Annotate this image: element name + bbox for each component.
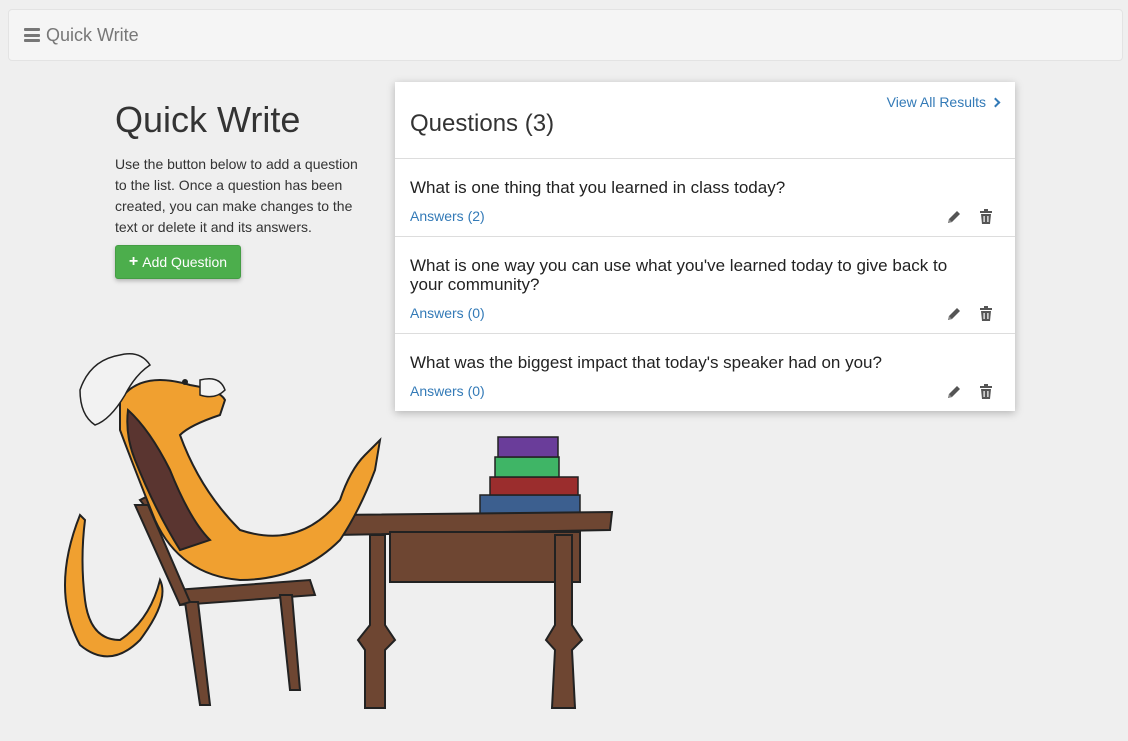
pencil-icon[interactable] (945, 383, 963, 401)
trash-icon[interactable] (977, 383, 995, 401)
panel-header: Questions (3) View All Results (395, 82, 1015, 159)
view-all-label: View All Results (886, 94, 986, 110)
pencil-icon[interactable] (945, 305, 963, 323)
trash-icon[interactable] (977, 208, 995, 226)
chevron-right-icon (990, 97, 1001, 107)
intro-section: Quick Write Use the button below to add … (115, 100, 365, 238)
pencil-icon[interactable] (945, 208, 963, 226)
question-text: What is one thing that you learned in cl… (410, 178, 786, 197)
page-title: Quick Write (115, 99, 301, 140)
intro-description: Use the button below to add a question t… (115, 155, 358, 235)
add-question-button[interactable]: + Add Question (115, 245, 241, 279)
view-all-results-link[interactable]: View All Results (886, 94, 1001, 110)
bars-icon[interactable] (24, 28, 40, 42)
question-item: What is one thing that you learned in cl… (395, 159, 1015, 237)
navbar-title[interactable]: Quick Write (46, 25, 139, 46)
plus-icon: + (128, 253, 139, 270)
questions-heading: Questions (3) (410, 110, 555, 137)
top-navbar: Quick Write (8, 9, 1123, 61)
question-item: What is one way you can use what you've … (395, 237, 1015, 334)
lizard-at-desk-illustration (64, 353, 614, 709)
add-question-label: Add Question (142, 254, 228, 270)
answers-link[interactable]: Answers (2) (410, 208, 485, 224)
answers-link[interactable]: Answers (0) (410, 305, 485, 321)
question-text: What is one way you can use what you've … (410, 256, 948, 294)
trash-icon[interactable] (977, 305, 995, 323)
